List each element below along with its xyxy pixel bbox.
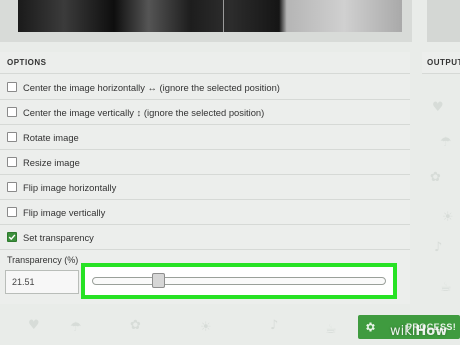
background-doodle: ♥ <box>432 100 444 115</box>
transparency-slider[interactable] <box>92 277 386 285</box>
background-doodle: ♪ <box>270 318 279 333</box>
option-label: Center the image horizontally ↔ (ignore … <box>23 81 280 93</box>
background-doodle: ☀ <box>200 320 212 335</box>
option-label: Rotate image <box>23 131 79 143</box>
slider-thumb[interactable] <box>152 273 166 288</box>
process-button-label: PROCESS! <box>406 322 457 332</box>
checkbox[interactable] <box>7 182 17 192</box>
option-label: Center the image vertically ↕ (ignore th… <box>23 106 265 118</box>
option-row[interactable]: Resize image <box>0 150 410 175</box>
option-row[interactable]: Flip image horizontally <box>0 175 410 200</box>
option-label: Flip image vertically <box>23 206 106 218</box>
checkbox[interactable] <box>7 107 17 117</box>
checkbox-checked[interactable] <box>7 232 17 242</box>
transparency-label: Transparency (%) <box>7 255 79 265</box>
background-doodle: ☂ <box>440 135 452 150</box>
background-doodle: ☂ <box>70 320 82 335</box>
gear-icon <box>364 321 376 333</box>
background-doodle: ♥ <box>28 318 40 333</box>
options-title: OPTIONS <box>0 52 410 74</box>
option-label: Resize image <box>23 156 80 168</box>
option-label: Flip image horizontally <box>23 181 117 193</box>
option-row[interactable]: Center the image vertically ↕ (ignore th… <box>0 100 410 125</box>
checkbox[interactable] <box>7 132 17 142</box>
process-button[interactable]: PROCESS! <box>358 315 460 339</box>
background-doodle: ✿ <box>430 170 441 185</box>
checkbox[interactable] <box>7 207 17 217</box>
background-doodle: ☕ <box>325 322 337 337</box>
option-label: Set transparency <box>23 231 94 243</box>
option-row[interactable]: Flip image vertically <box>0 200 410 225</box>
transparency-slider-highlight <box>81 263 397 299</box>
checkbox[interactable] <box>7 157 17 167</box>
preview-divider <box>223 0 224 32</box>
background-doodle: ♪ <box>434 240 443 255</box>
background-doodle: ✿ <box>130 318 141 333</box>
image-preview <box>0 0 412 42</box>
option-row[interactable]: Set transparency <box>0 225 410 250</box>
transparency-input[interactable]: 21.51 <box>5 270 79 294</box>
option-row[interactable]: Rotate image <box>0 125 410 150</box>
output-title: OUTPUT <box>422 52 460 74</box>
preview-photo <box>18 0 402 32</box>
option-row[interactable]: Center the image horizontally ↔ (ignore … <box>0 75 410 100</box>
background-doodle: ☕ <box>440 280 452 295</box>
output-preview <box>427 0 460 42</box>
checkbox[interactable] <box>7 82 17 92</box>
background-doodle: ☀ <box>442 210 454 225</box>
